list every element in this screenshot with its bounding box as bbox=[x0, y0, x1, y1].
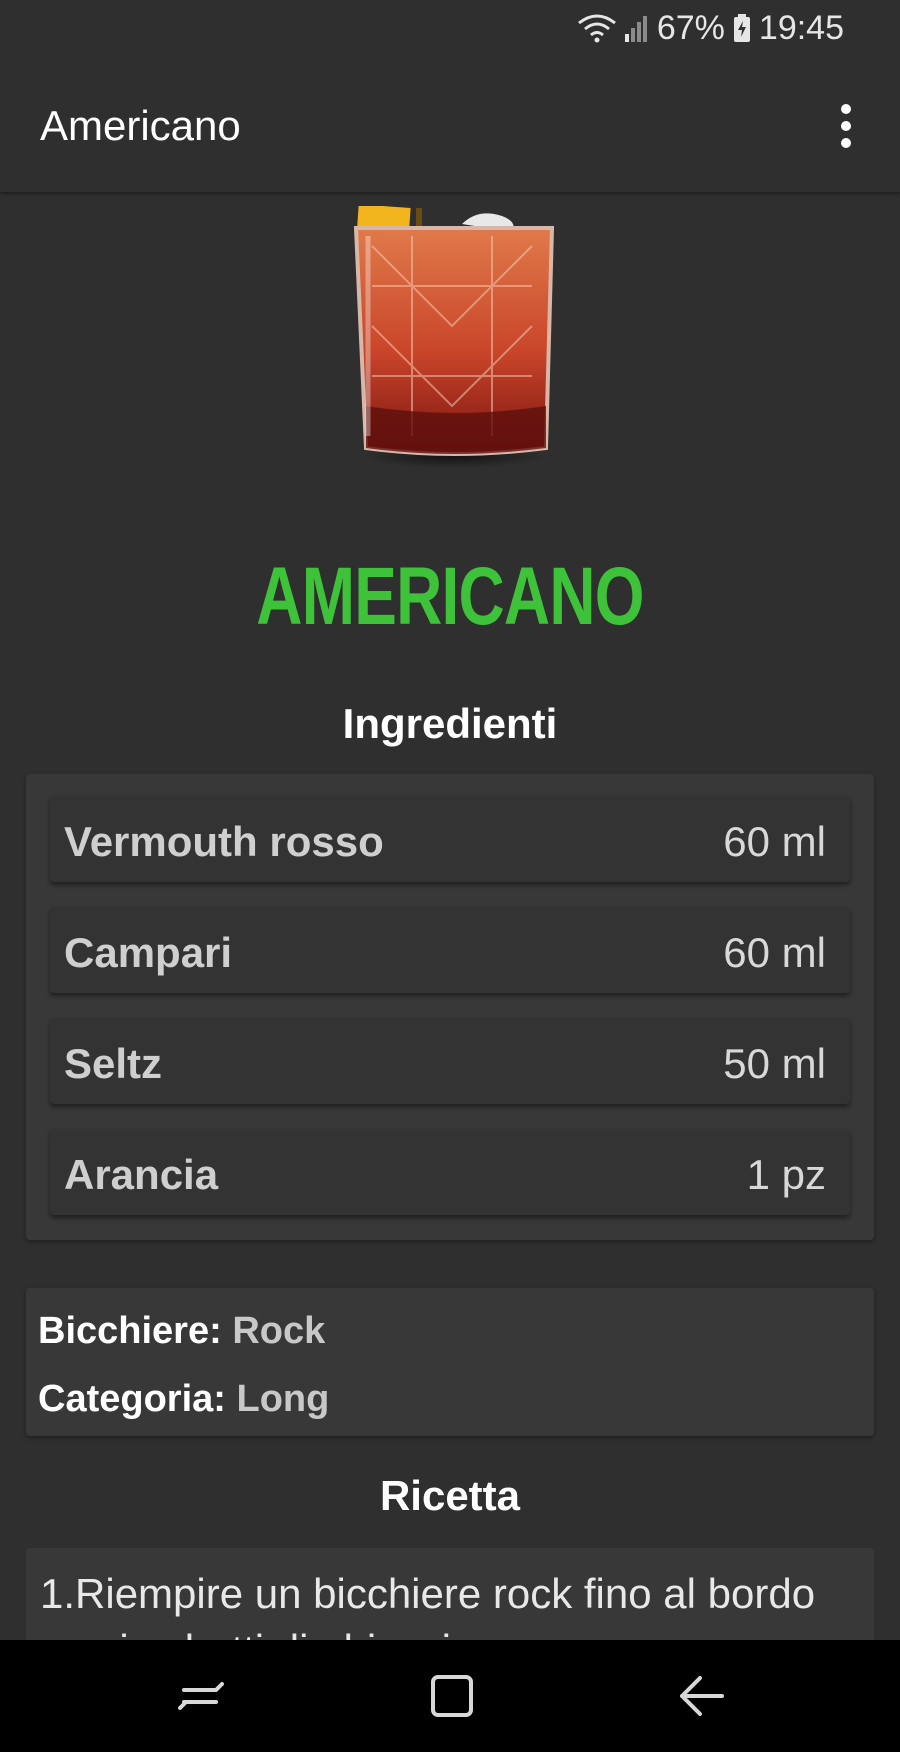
ingredient-name: Vermouth rosso bbox=[64, 818, 384, 865]
category-label: Categoria: bbox=[38, 1378, 226, 1420]
home-icon[interactable] bbox=[424, 1670, 480, 1722]
wifi-icon bbox=[577, 14, 616, 43]
status-icons: 67% 19:45 bbox=[577, 8, 844, 47]
drink-name: AMERICANO bbox=[256, 551, 644, 642]
ingredient-name: Arancia bbox=[64, 1151, 219, 1198]
signal-icon bbox=[624, 16, 647, 42]
recipe-card: 1.Riempire un bicchiere rock fino al bor… bbox=[26, 1548, 874, 1640]
ingredient-row[interactable]: Vermouth rosso 60 ml bbox=[50, 796, 850, 882]
status-bar: 67% 19:45 bbox=[0, 0, 900, 56]
clock: 19:45 bbox=[758, 8, 844, 47]
battery-icon bbox=[733, 14, 750, 42]
category-value: Long bbox=[236, 1378, 330, 1420]
ingredients-list: Vermouth rosso 60 ml Campari 60 ml Seltz… bbox=[26, 774, 874, 1240]
drink-info-card: Bicchiere: Rock Categoria: Long bbox=[26, 1288, 874, 1436]
drink-detail: AMERICANO Ingredienti Vermouth rosso 60 … bbox=[0, 192, 900, 1640]
navigation-bar bbox=[0, 1640, 900, 1752]
category-info: Categoria: Long bbox=[38, 1378, 329, 1421]
ingredient-name: Seltz bbox=[64, 1040, 163, 1087]
glass-value: Rock bbox=[232, 1310, 326, 1352]
app-bar: Americano bbox=[0, 56, 900, 192]
ingredients-title: Ingredienti bbox=[342, 700, 558, 747]
recents-icon[interactable] bbox=[176, 1670, 232, 1722]
glass-info: Bicchiere: Rock bbox=[38, 1310, 325, 1353]
more-vert-icon[interactable] bbox=[822, 98, 870, 154]
ingredient-row[interactable]: Arancia 1 pz bbox=[50, 1129, 850, 1215]
ingredient-quantity: 60 ml bbox=[723, 818, 826, 865]
ingredient-quantity: 50 ml bbox=[723, 1040, 826, 1087]
recipe-title: Ricetta bbox=[379, 1472, 521, 1519]
app-bar-title: Americano bbox=[40, 102, 241, 149]
ingredient-name: Campari bbox=[64, 929, 233, 976]
ingredient-quantity: 60 ml bbox=[723, 929, 826, 976]
recipe-text: 1.Riempire un bicchiere rock fino al bor… bbox=[40, 1570, 816, 1640]
ingredient-row[interactable]: Seltz 50 ml bbox=[50, 1018, 850, 1104]
back-icon[interactable] bbox=[674, 1670, 730, 1722]
glass-label: Bicchiere: bbox=[38, 1310, 222, 1352]
cocktail-glass-image bbox=[353, 206, 555, 468]
ingredient-quantity: 1 pz bbox=[746, 1151, 826, 1198]
battery-percent: 67% bbox=[656, 8, 725, 47]
ingredient-row[interactable]: Campari 60 ml bbox=[50, 907, 850, 993]
